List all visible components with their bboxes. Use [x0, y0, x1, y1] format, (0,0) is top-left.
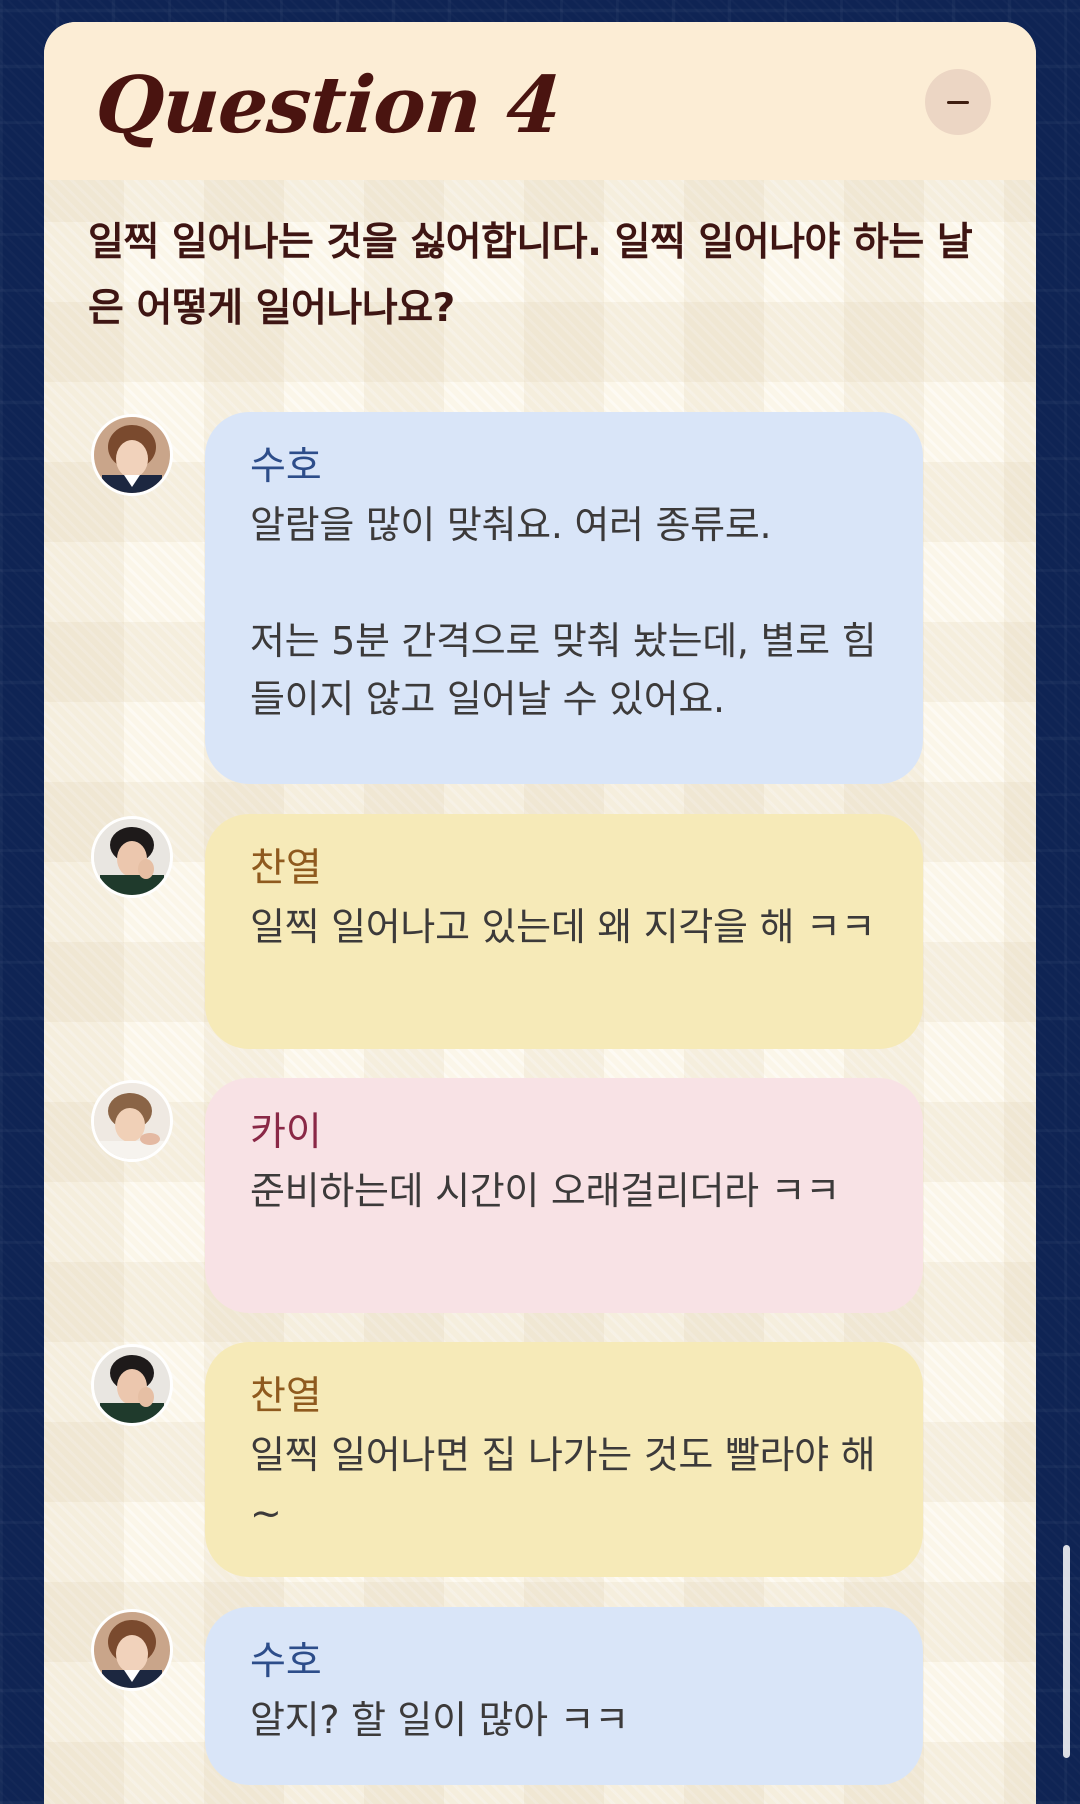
speaker-name: 수호 [250, 1639, 322, 1684]
speaker-name: 수호 [250, 444, 322, 489]
avatar-chanyeol [91, 1344, 173, 1426]
message-text: 알람을 많이 맞춰요. 여러 종류로. 저는 5분 간격으로 맞춰 놨는데, 별… [250, 503, 877, 721]
avatar-suho [91, 414, 173, 496]
avatar-suho [91, 1609, 173, 1691]
message-text: 일찍 일어나고 있는데 왜 지각을 해 ㅋㅋ [250, 905, 876, 949]
question-title: Question 4 [92, 60, 564, 151]
message-text: 준비하는데 시간이 오래걸리더라 ㅋㅋ [250, 1169, 840, 1213]
message-text: 일찍 일어나면 집 나가는 것도 빨라야 해~ [250, 1433, 876, 1535]
message-text: 알지? 할 일이 많아 ㅋㅋ [250, 1698, 629, 1742]
collapse-button[interactable] [925, 69, 991, 135]
question-card: Question 4 일찍 일어나는 것을 싫어합니다. 일찍 일어나야 하는 … [44, 22, 1036, 1804]
scrollbar[interactable] [1063, 1545, 1070, 1758]
question-card-header: Question 4 [44, 22, 1036, 180]
avatar-kai [91, 1080, 173, 1162]
message-bubble: 찬열 일찍 일어나면 집 나가는 것도 빨라야 해~ [205, 1342, 923, 1577]
message-bubble: 찬열 일찍 일어나고 있는데 왜 지각을 해 ㅋㅋ [205, 814, 923, 1049]
message-bubble: 카이 준비하는데 시간이 오래걸리더라 ㅋㅋ [205, 1078, 923, 1313]
question-text: 일찍 일어나는 것을 싫어합니다. 일찍 일어나야 하는 날은 어떻게 일어나나… [88, 220, 973, 331]
speaker-name: 찬열 [250, 1374, 322, 1419]
speaker-name: 카이 [250, 1110, 322, 1155]
message-bubble: 수호 알람을 많이 맞춰요. 여러 종류로. 저는 5분 간격으로 맞춰 놨는데… [205, 412, 923, 784]
minus-icon [947, 100, 969, 104]
speaker-name: 찬열 [250, 846, 322, 891]
message-bubble: 수호 알지? 할 일이 많아 ㅋㅋ [205, 1607, 923, 1785]
avatar-chanyeol [91, 816, 173, 898]
